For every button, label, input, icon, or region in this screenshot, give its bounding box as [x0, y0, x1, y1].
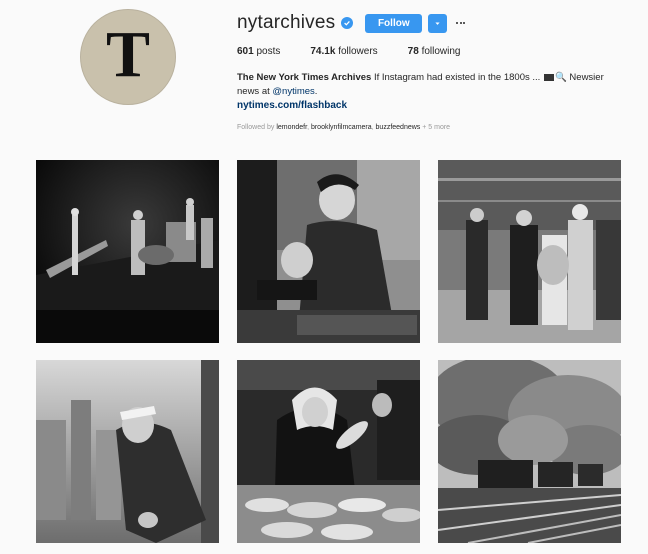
profile-bio: The New York Times Archives If Instagram…	[237, 71, 627, 113]
post-image	[237, 160, 420, 343]
post-thumbnail[interactable]	[237, 160, 420, 343]
post-thumbnail[interactable]	[438, 160, 621, 343]
bio-text: If Instagram had existed in the 1800s ..…	[373, 72, 541, 83]
post-thumbnail[interactable]	[36, 360, 219, 543]
posts-label: posts	[256, 46, 281, 57]
chevron-down-icon	[435, 21, 440, 25]
newspaper-emoji-icon	[543, 73, 554, 81]
posts-count: 601 posts	[237, 46, 280, 57]
followed-by: Followed by lemondefr, brooklynfilmcamer…	[237, 124, 451, 131]
bio-period: .	[314, 86, 318, 97]
magnifier-emoji-icon: 🔍	[554, 72, 567, 83]
followed-by-account[interactable]: brooklynfilmcamera	[311, 124, 372, 131]
following-count-value: 78	[407, 46, 419, 57]
post-thumbnail[interactable]	[36, 160, 219, 343]
followed-by-more[interactable]: + 5 more	[422, 124, 450, 131]
followers-count[interactable]: 74.1k followers	[310, 46, 377, 57]
post-image	[36, 160, 219, 343]
followed-by-account[interactable]: lemondefr	[276, 124, 307, 131]
profile-stats: 601 posts 74.1k followers 78 following	[237, 46, 490, 57]
posts-count-value: 601	[237, 46, 254, 57]
profile-username: nytarchives	[237, 12, 336, 33]
following-label: following	[421, 46, 461, 57]
followers-count-value: 74.1k	[310, 46, 336, 57]
suggested-dropdown-button[interactable]	[428, 13, 448, 33]
following-count[interactable]: 78 following	[408, 46, 461, 57]
bio-full-name: The New York Times Archives	[237, 72, 372, 83]
posts-grid	[36, 160, 621, 554]
bio-website-link[interactable]: nytimes.com/flashback	[237, 100, 347, 111]
profile-avatar[interactable]: T	[80, 9, 176, 105]
follow-button[interactable]: Follow	[365, 13, 423, 33]
followers-label: followers	[338, 46, 378, 57]
post-thumbnail[interactable]	[438, 360, 621, 543]
bio-mention-link[interactable]: @nytimes	[272, 86, 314, 97]
post-image	[438, 160, 621, 343]
post-image	[36, 360, 219, 543]
post-image	[237, 360, 420, 543]
more-options-icon[interactable]	[456, 14, 467, 33]
username-row: nytarchives Follow	[237, 10, 467, 36]
avatar-logo: T	[105, 18, 151, 91]
post-image	[438, 360, 621, 543]
followed-by-prefix: Followed by	[237, 124, 275, 131]
followed-by-account[interactable]: buzzfeednews	[376, 124, 421, 131]
profile-header: T nytarchives Follow 601 posts 74.1k fol…	[0, 0, 648, 150]
verified-badge-icon	[341, 17, 354, 29]
post-thumbnail[interactable]	[237, 360, 420, 543]
